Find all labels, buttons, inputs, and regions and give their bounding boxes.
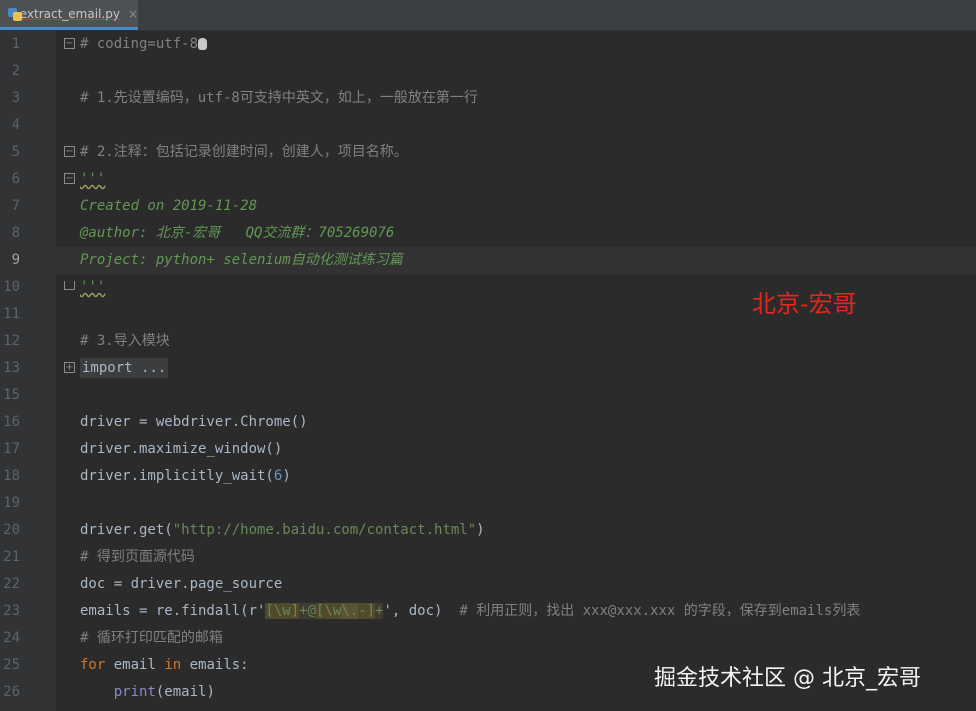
close-tab-icon[interactable]: × xyxy=(128,7,138,21)
code-line-2: 2 xyxy=(0,58,976,85)
line-number: 4 xyxy=(11,117,20,133)
code-text: # 循环打印匹配的邮箱 xyxy=(80,630,223,646)
hand-cursor-icon xyxy=(198,38,208,50)
fold-expand-icon[interactable]: + xyxy=(64,362,75,373)
fold-collapse-icon[interactable]: − xyxy=(64,38,75,49)
code-line-19: 19 xyxy=(0,490,976,517)
code-line-20: 20 driver.get("http://home.baidu.com/con… xyxy=(0,517,976,544)
line-number: 25 xyxy=(3,657,20,673)
code-text: @author: 北京-宏哥 QQ交流群：705269076 xyxy=(80,225,395,241)
line-number: 26 xyxy=(3,684,20,700)
line-number: 3 xyxy=(11,90,20,106)
line-number: 5 xyxy=(11,144,20,160)
code-line-3: 3 # 1.先设置编码，utf-8可支持中英文，如上，一般放在第一行 xyxy=(0,85,976,112)
code-line-24: 24 # 循环打印匹配的邮箱 xyxy=(0,625,976,652)
collapsed-imports[interactable]: import ... xyxy=(80,358,169,378)
code-text: ''' xyxy=(80,279,106,295)
code-text: import ... xyxy=(80,355,169,382)
line-number: 23 xyxy=(3,603,20,619)
line-number: 12 xyxy=(3,333,20,349)
fold-collapse-icon[interactable]: − xyxy=(64,173,75,184)
line-number: 20 xyxy=(3,522,20,538)
code-line-17: 17 driver.maximize_window() xyxy=(0,436,976,463)
fold-collapse-icon[interactable]: − xyxy=(64,146,75,157)
line-number: 1 xyxy=(11,36,20,52)
line-number: 8 xyxy=(11,225,20,241)
line-number: 11 xyxy=(3,306,20,322)
code-text: Project: python+ selenium自动化测试练习篇 xyxy=(80,252,403,268)
code-editor[interactable]: 1 − # coding=utf-8 2 3 # 1.先设置编码，utf-8可支… xyxy=(0,31,976,711)
line-number: 18 xyxy=(3,468,20,484)
python-file-icon xyxy=(8,7,22,21)
code-line-21: 21 # 得到页面源代码 xyxy=(0,544,976,571)
line-number: 16 xyxy=(3,414,20,430)
fold-end-icon[interactable] xyxy=(64,281,75,290)
line-number: 21 xyxy=(3,549,20,565)
code-text: # 2.注释：包括记录创建时间，创建人，项目名称。 xyxy=(80,144,408,160)
code-line-22: 22 doc = driver.page_source xyxy=(0,571,976,598)
code-line-7: 7 Created on 2019-11-28 xyxy=(0,193,976,220)
code-text: for email in emails: xyxy=(80,657,249,673)
code-text: ''' xyxy=(80,171,106,187)
editor-tab-bar: extract_email.py × xyxy=(0,0,976,31)
line-number: 10 xyxy=(3,279,20,295)
code-text: Created on 2019-11-28 xyxy=(80,198,258,214)
code-text: # 得到页面源代码 xyxy=(80,549,195,565)
code-text: driver.implicitly_wait(6) xyxy=(80,468,291,484)
file-tab-extract-email[interactable]: extract_email.py × xyxy=(0,0,138,30)
code-text: print(email) xyxy=(113,684,215,700)
line-number: 6 xyxy=(11,171,20,187)
code-line-18: 18 driver.implicitly_wait(6) xyxy=(0,463,976,490)
tab-filename: extract_email.py xyxy=(19,6,120,21)
code-line-8: 8 @author: 北京-宏哥 QQ交流群：705269076 xyxy=(0,220,976,247)
line-number: 17 xyxy=(3,441,20,457)
code-text: driver.get("http://home.baidu.com/contac… xyxy=(80,522,485,538)
code-text: emails = re.findall(r'[\w]+@[\w\.-]+', d… xyxy=(80,603,861,619)
code-text: driver.maximize_window() xyxy=(80,441,283,457)
code-text: doc = driver.page_source xyxy=(80,576,283,592)
line-number: 15 xyxy=(3,387,20,403)
code-line-13: 13 + import ... xyxy=(0,355,976,382)
code-text: # coding=utf-8 xyxy=(80,31,208,58)
code-text: # 3.导入模块 xyxy=(80,333,170,349)
line-number: 13 xyxy=(3,360,20,376)
code-line-5: 5 − # 2.注释：包括记录创建时间，创建人，项目名称。 xyxy=(0,139,976,166)
line-number: 2 xyxy=(11,63,20,79)
line-number: 22 xyxy=(3,576,20,592)
code-line-16: 16 driver = webdriver.Chrome() xyxy=(0,409,976,436)
watermark-text: 掘金技术社区 @ 北京_宏哥 xyxy=(654,666,921,691)
line-number: 9 xyxy=(11,252,20,268)
code-text: # 1.先设置编码，utf-8可支持中英文，如上，一般放在第一行 xyxy=(80,90,478,106)
code-line-4: 4 xyxy=(0,112,976,139)
line-number: 24 xyxy=(3,630,20,646)
code-text: driver = webdriver.Chrome() xyxy=(80,414,308,430)
code-line-12: 12 # 3.导入模块 xyxy=(0,328,976,355)
line-number: 19 xyxy=(3,495,20,511)
code-line-9-current: 9 Project: python+ selenium自动化测试练习篇 xyxy=(0,247,976,274)
author-overlay-label: 北京-宏哥 xyxy=(752,290,857,318)
code-line-15: 15 xyxy=(0,382,976,409)
code-line-23: 23 emails = re.findall(r'[\w]+@[\w\.-]+'… xyxy=(0,598,976,625)
code-line-1: 1 − # coding=utf-8 xyxy=(0,31,976,58)
code-line-6: 6 − ''' xyxy=(0,166,976,193)
line-number: 7 xyxy=(11,198,20,214)
